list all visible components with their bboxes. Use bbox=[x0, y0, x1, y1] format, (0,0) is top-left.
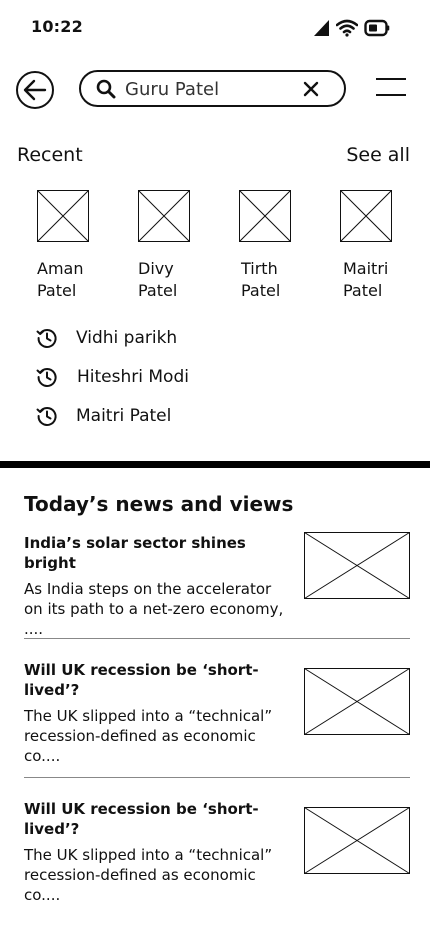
status-time: 10:22 bbox=[31, 17, 83, 36]
news-section-title: Today’s news and views bbox=[24, 492, 294, 516]
clear-search-icon[interactable] bbox=[302, 80, 320, 98]
status-bar: 10:22 bbox=[0, 0, 430, 56]
person-name: Divy Patel bbox=[138, 259, 178, 300]
news-summary: The UK slipped into a “technical” recess… bbox=[24, 846, 273, 904]
recent-person[interactable]: Divy Patel bbox=[138, 190, 208, 302]
history-label: Maitri Patel bbox=[76, 406, 172, 426]
cellular-signal-icon bbox=[314, 20, 329, 36]
news-thumbnail bbox=[304, 532, 410, 599]
status-icons bbox=[312, 17, 390, 39]
recent-person[interactable]: Aman Patel bbox=[37, 190, 107, 302]
search-input[interactable] bbox=[125, 76, 295, 102]
news-item[interactable]: India’s solar sector shines bright As In… bbox=[24, 532, 410, 639]
avatar-placeholder-icon bbox=[340, 190, 392, 242]
search-icon bbox=[96, 79, 116, 99]
news-summary: As India steps on the accelerator on its… bbox=[24, 580, 284, 638]
avatar-placeholder-icon bbox=[239, 190, 291, 242]
news-item[interactable]: Will UK recession be ‘short-lived’? The … bbox=[24, 660, 410, 766]
menu-line bbox=[376, 78, 406, 80]
news-headline: Will UK recession be ‘short-lived’? bbox=[24, 800, 259, 838]
news-separator bbox=[24, 777, 410, 778]
history-label: Vidhi parikh bbox=[76, 328, 178, 348]
history-item[interactable]: Hiteshri Modi bbox=[36, 363, 189, 391]
person-name: Maitri Patel bbox=[343, 259, 389, 300]
news-summary: The UK slipped into a “technical” recess… bbox=[24, 707, 273, 765]
wifi-icon bbox=[336, 19, 358, 37]
news-headline: Will UK recession be ‘short-lived’? bbox=[24, 661, 259, 699]
menu-button[interactable] bbox=[376, 78, 406, 100]
recent-title: Recent bbox=[17, 144, 83, 166]
history-icon bbox=[36, 407, 57, 426]
history-icon bbox=[36, 368, 57, 387]
recent-header: Recent See all bbox=[17, 144, 410, 170]
back-button[interactable] bbox=[16, 71, 54, 109]
history-label: Hiteshri Modi bbox=[77, 367, 189, 387]
news-item[interactable]: Will UK recession be ‘short-lived’? The … bbox=[24, 799, 410, 905]
arrow-left-icon bbox=[23, 79, 47, 101]
news-headline: India’s solar sector shines bright bbox=[24, 534, 246, 572]
person-name: Tirth Patel bbox=[241, 259, 281, 300]
news-separator bbox=[24, 638, 410, 639]
avatar-placeholder-icon bbox=[37, 190, 89, 242]
history-item[interactable]: Maitri Patel bbox=[36, 402, 171, 430]
recent-people: Aman Patel Divy Patel Tirth Patel Maitri… bbox=[0, 190, 430, 305]
menu-line bbox=[376, 94, 406, 96]
see-all-link[interactable]: See all bbox=[346, 144, 410, 166]
section-divider bbox=[0, 461, 430, 468]
battery-icon bbox=[364, 19, 390, 37]
avatar-placeholder-icon bbox=[138, 190, 190, 242]
top-bar bbox=[0, 70, 430, 109]
history-icon bbox=[36, 329, 57, 348]
person-name: Aman Patel bbox=[37, 259, 84, 300]
news-thumbnail bbox=[304, 807, 410, 874]
search-bar[interactable] bbox=[79, 70, 346, 107]
news-thumbnail bbox=[304, 668, 410, 735]
history-item[interactable]: Vidhi parikh bbox=[36, 324, 177, 352]
recent-person[interactable]: Tirth Patel bbox=[239, 190, 309, 302]
recent-person[interactable]: Maitri Patel bbox=[340, 190, 410, 302]
